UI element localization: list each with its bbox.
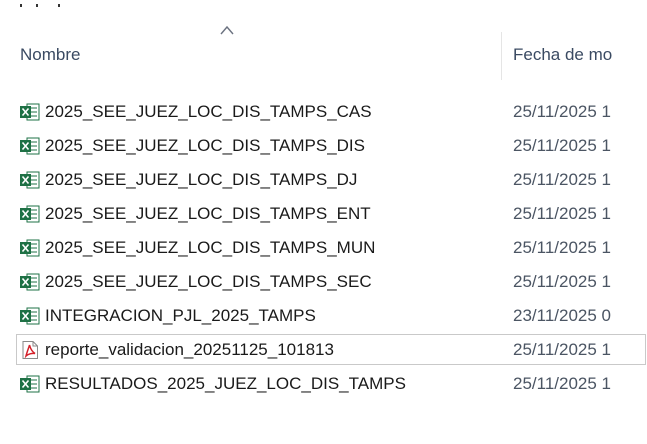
file-name: 2025_SEE_JUEZ_LOC_DIS_TAMPS_MUN (45, 238, 376, 257)
file-row[interactable]: reporte_validacion_20251125_101813 25/11… (0, 333, 647, 367)
column-header-row: Nombre Fecha de mo (0, 18, 647, 80)
file-name: 2025_SEE_JUEZ_LOC_DIS_TAMPS_ENT (45, 204, 371, 223)
file-row[interactable]: 2025_SEE_JUEZ_LOC_DIS_TAMPS_DIS 25/11/20… (0, 129, 647, 163)
excel-file-icon (20, 171, 40, 189)
excel-file-icon (20, 103, 40, 121)
file-date-modified: 23/11/2025 0 (513, 306, 611, 325)
file-row[interactable]: 2025_SEE_JUEZ_LOC_DIS_TAMPS_MUN 25/11/20… (0, 231, 647, 265)
file-name: 2025_SEE_JUEZ_LOC_DIS_TAMPS_DJ (45, 170, 358, 189)
file-name: reporte_validacion_20251125_101813 (45, 340, 334, 359)
file-row[interactable]: INTEGRACION_PJL_2025_TAMPS 23/11/2025 0 (0, 299, 647, 333)
file-row[interactable]: 2025_SEE_JUEZ_LOC_DIS_TAMPS_CAS 25/11/20… (0, 95, 647, 129)
pdf-file-icon (22, 341, 38, 359)
file-date-modified: 25/11/2025 1 (513, 102, 611, 121)
file-name: RESULTADOS_2025_JUEZ_LOC_DIS_TAMPS (45, 374, 406, 393)
excel-file-icon (20, 137, 40, 155)
file-name: INTEGRACION_PJL_2025_TAMPS (45, 306, 316, 325)
excel-file-icon (20, 205, 40, 223)
file-name: 2025_SEE_JUEZ_LOC_DIS_TAMPS_SEC (45, 272, 372, 291)
excel-file-icon (20, 273, 40, 291)
file-row[interactable]: 2025_SEE_JUEZ_LOC_DIS_TAMPS_SEC 25/11/20… (0, 265, 647, 299)
file-row[interactable]: 2025_SEE_JUEZ_LOC_DIS_TAMPS_ENT 25/11/20… (0, 197, 647, 231)
file-date-modified: 25/11/2025 1 (513, 170, 611, 189)
file-row[interactable]: 2025_SEE_JUEZ_LOC_DIS_TAMPS_DJ 25/11/202… (0, 163, 647, 197)
excel-file-icon (20, 307, 40, 325)
column-header-name[interactable]: Nombre (20, 45, 80, 65)
column-header-date-modified[interactable]: Fecha de mo (513, 45, 647, 65)
file-date-modified: 25/11/2025 1 (513, 238, 611, 257)
file-list: 2025_SEE_JUEZ_LOC_DIS_TAMPS_CAS 25/11/20… (0, 95, 647, 401)
file-date-modified: 25/11/2025 1 (513, 340, 611, 359)
file-date-modified: 25/11/2025 1 (513, 374, 611, 393)
column-divider[interactable] (501, 32, 502, 80)
sort-ascending-icon[interactable] (219, 24, 235, 36)
file-name: 2025_SEE_JUEZ_LOC_DIS_TAMPS_CAS (45, 102, 372, 121)
excel-file-icon (20, 375, 40, 393)
truncated-top-text (18, 0, 78, 10)
file-date-modified: 25/11/2025 1 (513, 204, 611, 223)
file-date-modified: 25/11/2025 1 (513, 272, 611, 291)
file-row[interactable]: RESULTADOS_2025_JUEZ_LOC_DIS_TAMPS 25/11… (0, 367, 647, 401)
excel-file-icon (20, 239, 40, 257)
file-date-modified: 25/11/2025 1 (513, 136, 611, 155)
file-name: 2025_SEE_JUEZ_LOC_DIS_TAMPS_DIS (45, 136, 365, 155)
